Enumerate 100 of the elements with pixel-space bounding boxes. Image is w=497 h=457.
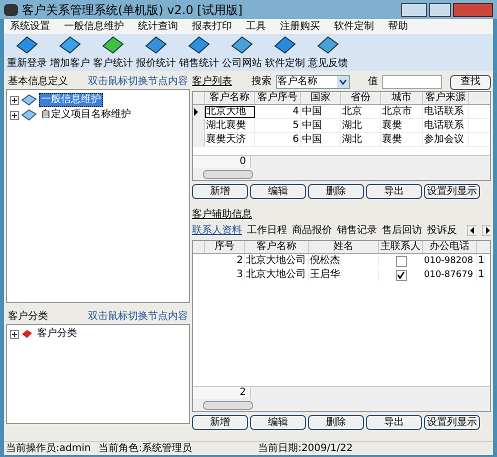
tab[interactable]: 工作日程: [247, 224, 287, 236]
menu-item[interactable]: 软件定制: [334, 20, 374, 32]
tree-node[interactable]: 一般信息维护: [39, 93, 103, 107]
column-header[interactable]: 客户名称: [205, 92, 255, 104]
action-button[interactable]: 设置列显示: [424, 184, 480, 199]
table-cell: 倪松杰: [309, 255, 379, 267]
column-header[interactable]: 办公电话: [423, 241, 477, 253]
panel-title: 客户列表: [192, 76, 233, 88]
menu-item[interactable]: 报表打印: [192, 20, 232, 32]
tab[interactable]: 销售记录: [337, 224, 377, 236]
table-cell: 010-87679: [423, 269, 477, 281]
column-header[interactable]: 序号: [205, 241, 245, 253]
column-header[interactable]: 客户名称: [245, 241, 309, 253]
expand-icon[interactable]: [10, 110, 19, 120]
table-cell: 电话联系: [423, 120, 469, 132]
panel-title: 基本信息定义: [8, 76, 68, 88]
tab[interactable]: 售后回访: [382, 224, 422, 236]
table-cell: 襄樊: [381, 134, 423, 146]
scroll-left-icon[interactable]: [467, 225, 476, 236]
toolbar-button[interactable]: 公司网站: [221, 34, 263, 70]
minimize-button[interactable]: [401, 2, 427, 16]
toolbar-button[interactable]: 客户统计: [92, 34, 134, 70]
column-header[interactable]: 城市: [381, 92, 423, 104]
table-cell: 湖北: [341, 120, 381, 132]
value-input-field[interactable]: [382, 75, 442, 89]
app-icon: [4, 4, 18, 16]
table-cell: 王启华: [309, 269, 379, 281]
action-button[interactable]: 导出: [366, 415, 422, 430]
table-cell: 北京大地公司: [245, 269, 309, 281]
column-header[interactable]: 姓名: [309, 241, 379, 253]
menu-item[interactable]: 统计查询: [138, 20, 178, 32]
hint-text: 双击鼠标切换节点内容: [88, 76, 188, 88]
action-button[interactable]: 编辑: [250, 184, 306, 199]
panel-title: 客户分类: [8, 310, 48, 322]
action-button[interactable]: 新增: [192, 184, 248, 199]
toolbar-button[interactable]: 报价统计: [135, 34, 177, 70]
action-button[interactable]: 删除: [308, 415, 364, 430]
column-header[interactable]: 国家: [301, 92, 341, 104]
menu-item[interactable]: 工具: [246, 20, 266, 32]
toolbar-button[interactable]: 增加客户: [49, 34, 91, 70]
find-button[interactable]: 查找: [450, 74, 491, 90]
table-cell: 襄樊天济: [205, 134, 255, 146]
table-cell: 中国: [301, 134, 341, 146]
expand-icon[interactable]: [10, 96, 19, 104]
window-title: 客户关系管理系统(单机版) v2.0 [试用版]: [22, 4, 243, 16]
footer-count: 0: [193, 156, 251, 168]
toolbar-button[interactable]: 软件定制: [264, 34, 306, 70]
tree-node[interactable]: 自定义项目名称维护: [39, 109, 133, 121]
status-text: 当前操作员:admin: [6, 442, 91, 454]
table-cell: 湖北: [341, 134, 381, 146]
table-cell: 襄樊: [381, 120, 423, 132]
maximize-button[interactable]: [429, 2, 451, 16]
column-header[interactable]: 客户序号: [255, 92, 301, 104]
scroll-right-icon[interactable]: [482, 225, 491, 236]
checkbox[interactable]: [396, 270, 406, 280]
table-cell: 1: [477, 269, 485, 281]
menu-item[interactable]: 系统设置: [10, 20, 50, 32]
menu-item[interactable]: 帮助: [388, 20, 408, 32]
column-header[interactable]: 客户来源: [423, 92, 469, 104]
table-cell: 北京市: [381, 106, 423, 118]
menu-item[interactable]: 注册购买: [280, 20, 320, 32]
table-cell: 电话联系: [423, 106, 469, 118]
table-cell: 5: [255, 120, 301, 132]
action-button[interactable]: 导出: [366, 184, 422, 199]
table-cell: 参加会议: [423, 134, 469, 146]
toolbar-button[interactable]: 重新登录: [6, 34, 48, 70]
table-cell: 2: [205, 255, 245, 267]
status-text: 当前角色:系统管理员: [98, 442, 192, 454]
toolbar-button[interactable]: 意见反馈: [307, 34, 349, 70]
table-cell: 湖北襄樊: [205, 120, 255, 132]
table-cell: 3: [205, 269, 245, 281]
table-cell: 中国: [301, 106, 341, 118]
table-cell: 中国: [301, 120, 341, 132]
action-button[interactable]: 设置列显示: [424, 415, 480, 430]
value-label: 值: [368, 76, 378, 88]
tab[interactable]: 投诉反: [427, 224, 457, 236]
horizontal-scrollbar[interactable]: [193, 168, 490, 180]
column-header[interactable]: 主联系人: [379, 241, 423, 253]
column-header[interactable]: 省份: [341, 92, 381, 104]
panel-title: 客户辅助信息: [192, 209, 253, 221]
checkbox[interactable]: [396, 256, 406, 266]
close-button[interactable]: [453, 2, 493, 16]
table-cell: 1: [477, 255, 485, 267]
tab[interactable]: 商品报价: [292, 224, 332, 236]
search-field-dropdown[interactable]: 客户名称: [276, 75, 350, 89]
tag-icon: [21, 329, 33, 339]
tab[interactable]: 联系人资料: [192, 224, 242, 236]
toolbar-button[interactable]: 销售统计: [178, 34, 220, 70]
menu-item[interactable]: 一般信息维护: [64, 20, 124, 32]
table-cell: 4: [255, 106, 301, 118]
table-cell: 010-98208: [423, 255, 477, 267]
hint-text: 双击鼠标切换节点内容: [88, 310, 188, 322]
horizontal-scrollbar[interactable]: [193, 399, 490, 411]
expand-icon[interactable]: [10, 330, 19, 338]
action-button[interactable]: 删除: [308, 184, 364, 199]
action-button[interactable]: 编辑: [250, 415, 306, 430]
tree-node[interactable]: 客户分类: [35, 328, 79, 340]
search-label: 搜索: [252, 76, 272, 88]
table-cell: 6: [255, 134, 301, 146]
action-button[interactable]: 新增: [192, 415, 248, 430]
